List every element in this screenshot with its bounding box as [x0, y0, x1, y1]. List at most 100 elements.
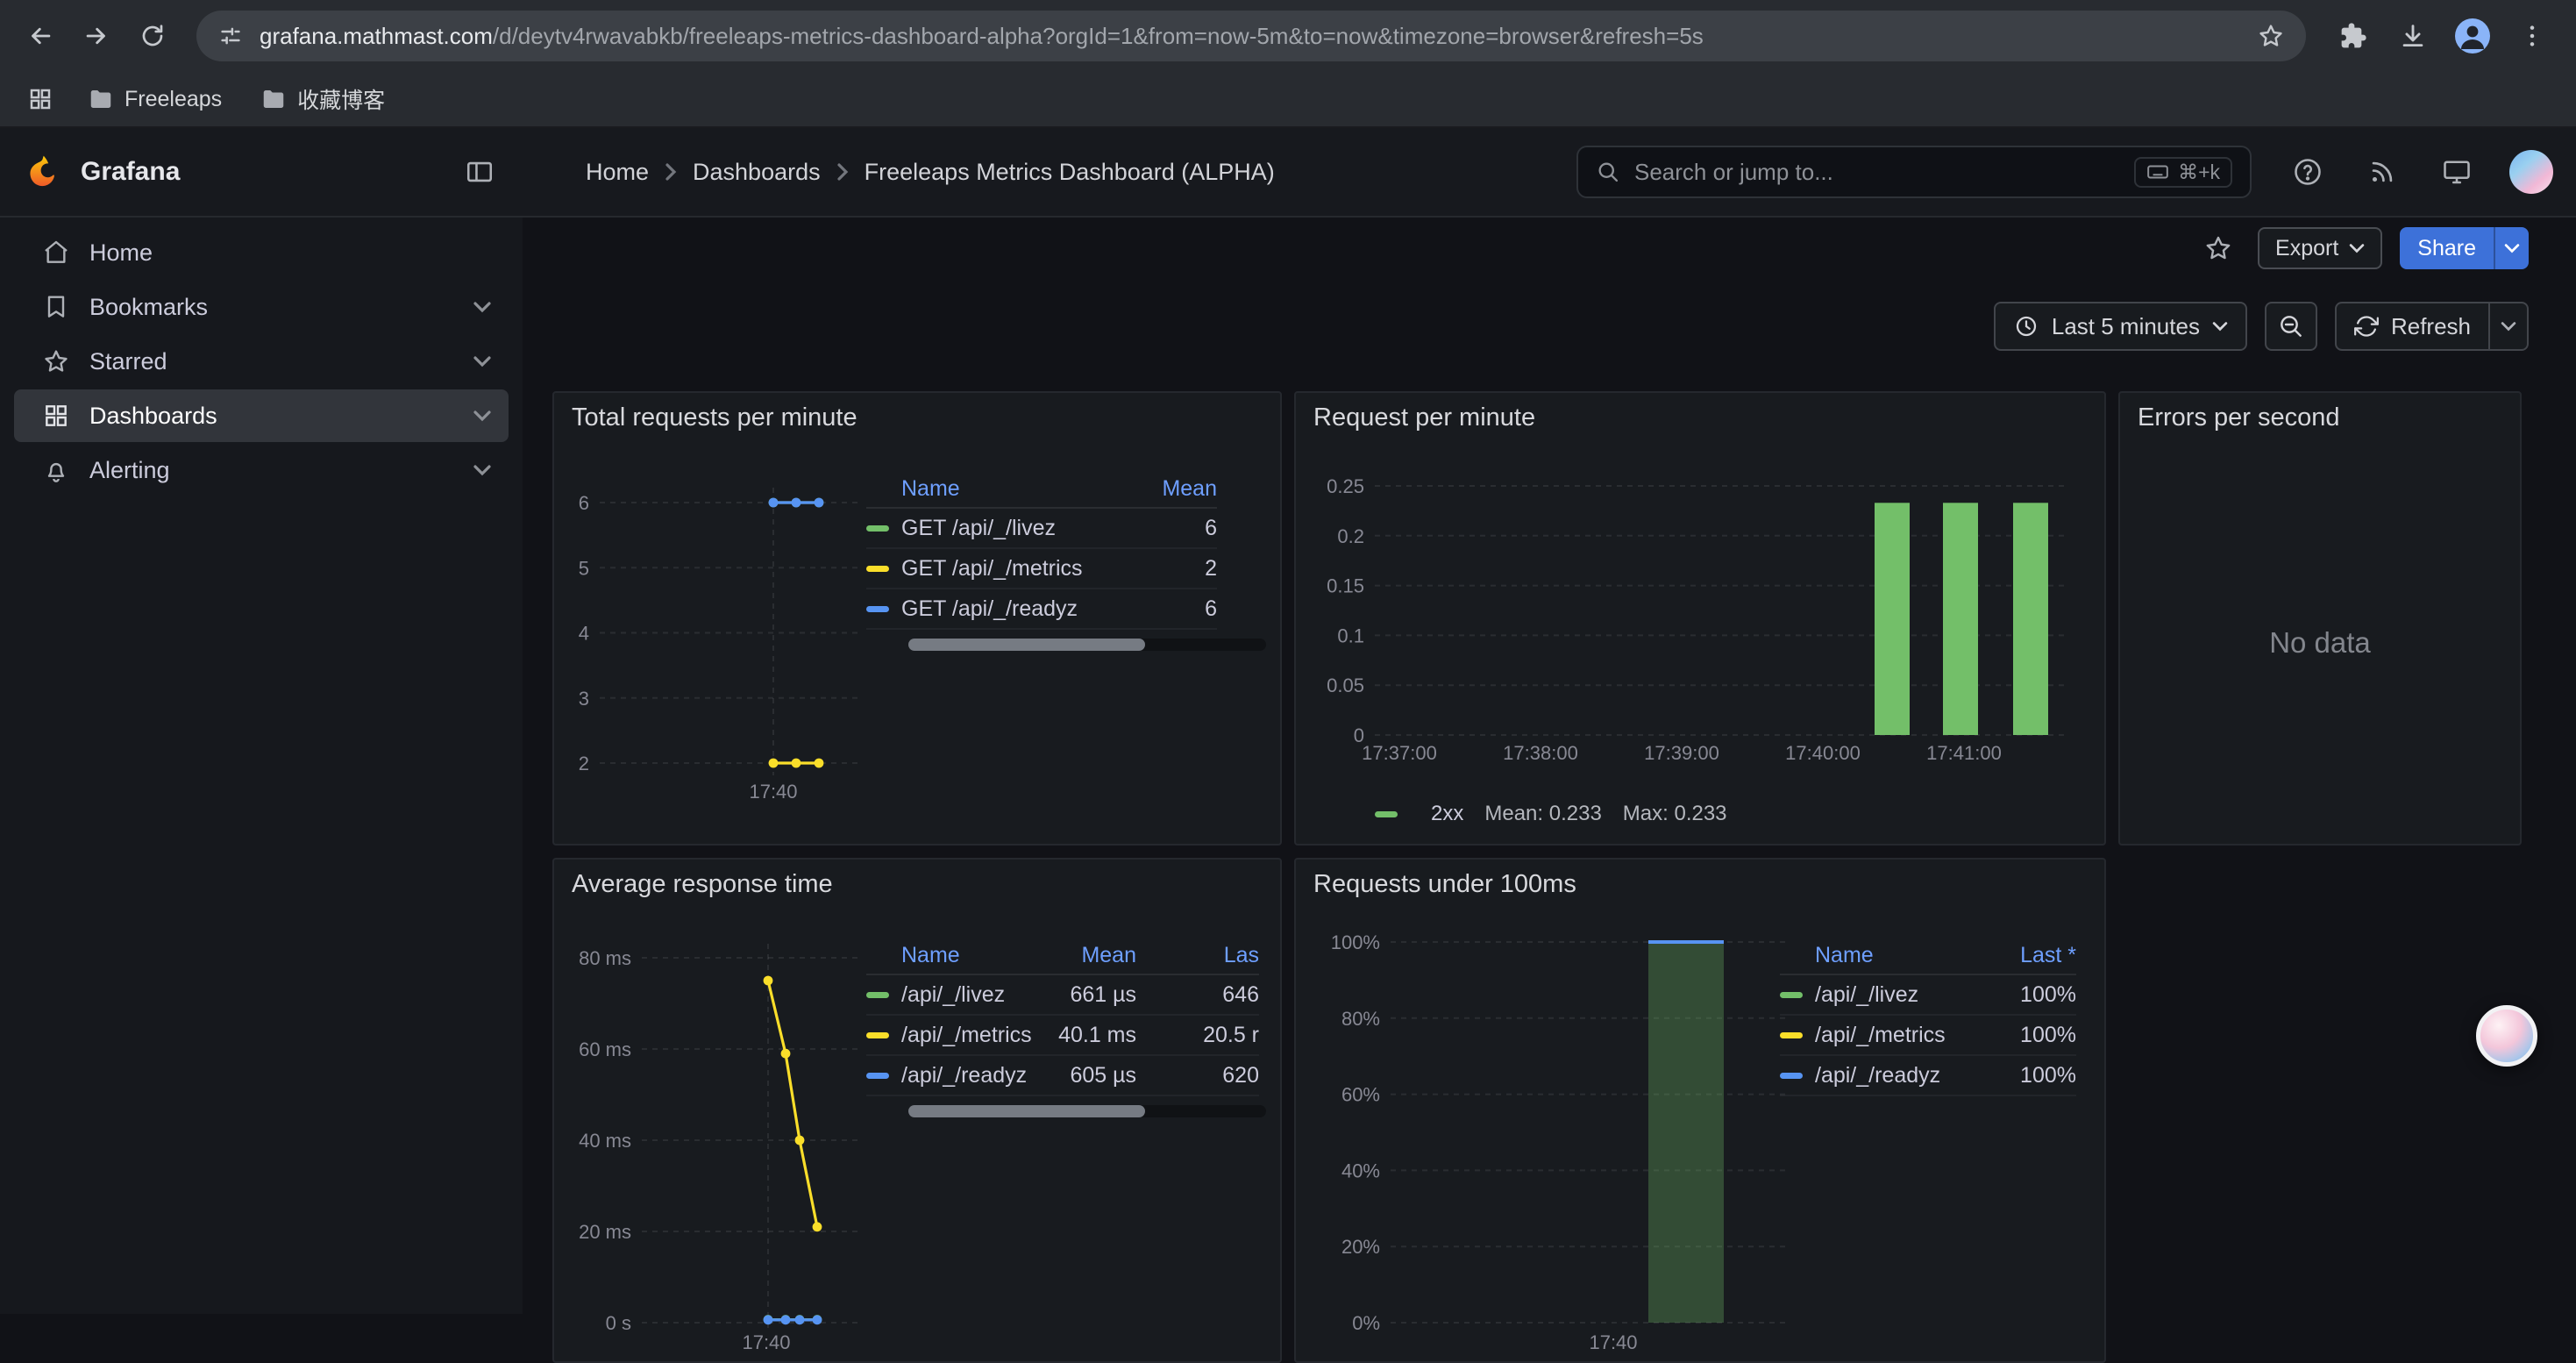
legend-header-name[interactable]: Name [1815, 943, 1971, 968]
chevron-down-icon[interactable] [473, 410, 491, 422]
download-button[interactable] [2387, 10, 2439, 62]
legend-row[interactable]: /api/_/readyz605 µs620 [866, 1056, 1259, 1096]
series-dash [1780, 1073, 1803, 1079]
svg-text:100%: 100% [1331, 931, 1380, 953]
refresh-button[interactable]: Refresh [2335, 302, 2529, 351]
time-range-picker[interactable]: Last 5 minutes [1994, 302, 2247, 351]
chevron-down-icon [2501, 321, 2516, 332]
help-button[interactable] [2285, 149, 2330, 195]
svg-text:0.15: 0.15 [1327, 575, 1364, 597]
refresh-label: Refresh [2391, 313, 2471, 340]
bookmark-item-blogs[interactable]: 收藏博客 [246, 78, 399, 120]
sidebar-item-label: Bookmarks [89, 294, 454, 321]
legend-row[interactable]: /api/_/livez100% [1780, 975, 2076, 1016]
export-button[interactable]: Export [2258, 227, 2382, 269]
scrollbar-thumb[interactable] [908, 1105, 1145, 1117]
legend-header-mean[interactable]: Mean [1035, 943, 1136, 968]
reload-button[interactable] [126, 10, 179, 62]
monitor-button[interactable] [2434, 149, 2480, 195]
svg-text:0.25: 0.25 [1327, 475, 1364, 497]
chevron-down-icon[interactable] [473, 464, 491, 476]
legend-rows: /api/_/livez100%/api/_/metrics100%/api/_… [1780, 975, 2076, 1096]
legend-value-mean: 605 µs [1035, 1063, 1136, 1088]
svg-text:17:40: 17:40 [749, 781, 797, 803]
favorite-dashboard-icon [2203, 233, 2233, 263]
legend-row[interactable]: GET /api/_/livez6 [866, 509, 1217, 549]
legend-series-name: /api/_/metrics [901, 1023, 1035, 1048]
legend-header-name[interactable]: Name [901, 943, 1035, 968]
panel-title[interactable]: Total requests per minute [554, 393, 1280, 442]
sidebar-item-alerting[interactable]: Alerting [14, 444, 509, 496]
panel-title[interactable]: Requests under 100ms [1296, 860, 2104, 909]
legend-value-last: 620 [1136, 1063, 1259, 1088]
total-requests-chart[interactable]: 6543217:40 [554, 442, 866, 837]
breadcrumb-dashboards[interactable]: Dashboards [693, 159, 821, 186]
share-button[interactable]: Share [2400, 227, 2529, 269]
legend-row[interactable]: /api/_/readyz100% [1780, 1056, 2076, 1096]
keyboard-icon [2146, 161, 2169, 183]
legend-scrollbar [908, 1105, 1266, 1117]
average-response-time-chart[interactable]: 80 ms60 ms40 ms20 ms0 s17:40 [554, 909, 866, 1361]
chevron-down-icon[interactable] [473, 355, 491, 368]
series-dash [866, 606, 889, 612]
requests-per-minute-chart[interactable]: 0.250.20.150.10.05017:37:0017:38:0017:39… [1296, 442, 2080, 793]
sidebar-toggle-button[interactable] [458, 150, 502, 194]
legend-inline[interactable]: 2xx Mean: 0.233 Max: 0.233 [1375, 802, 1727, 826]
legend-value-mean: 6 [1119, 516, 1217, 541]
grafana-logo[interactable] [26, 153, 63, 190]
legend-header-mean[interactable]: Mean [1119, 476, 1217, 502]
favorite-dashboard-button[interactable] [2196, 226, 2240, 270]
user-avatar[interactable] [2509, 150, 2553, 194]
legend-row[interactable]: GET /api/_/readyz6 [866, 589, 1217, 630]
legend-row[interactable]: /api/_/metrics100% [1780, 1016, 2076, 1056]
time-range-label: Last 5 minutes [2052, 313, 2200, 340]
svg-text:3: 3 [579, 688, 589, 710]
svg-text:80 ms: 80 ms [579, 947, 631, 969]
legend-header-last[interactable]: Last * [1971, 943, 2076, 968]
legend-series-name: /api/_/metrics [1815, 1023, 1971, 1048]
forward-button[interactable] [70, 10, 123, 62]
legend-mean: Mean: 0.233 [1484, 802, 1601, 826]
browser-window: grafana.mathmast.com/d/deytv4rwavabkb/fr… [0, 0, 2576, 1363]
header-icons [2285, 128, 2553, 216]
folder-icon [260, 86, 287, 112]
chevron-down-icon [2504, 243, 2520, 253]
chevron-down-icon[interactable] [473, 301, 491, 313]
panel-title[interactable]: Average response time [554, 860, 1280, 909]
bookmark-page-icon[interactable] [2257, 22, 2285, 50]
legend-header-name[interactable]: Name [901, 476, 1119, 502]
panel-errors-per-second: Errors per second No data [2118, 391, 2522, 846]
menu-button[interactable] [2506, 10, 2558, 62]
zoom-out-button[interactable] [2265, 302, 2317, 351]
sidebar-item-bookmarks[interactable]: Bookmarks [14, 281, 509, 333]
search-input[interactable]: Search or jump to... ⌘+k [1576, 146, 2252, 198]
site-info-icon[interactable] [217, 23, 244, 49]
scrollbar-thumb[interactable] [908, 639, 1145, 651]
extensions-button[interactable] [2327, 10, 2380, 62]
requests-under-100ms-chart[interactable]: 100%80%60%40%20%0%17:40 [1296, 909, 1822, 1361]
sidebar-item-starred[interactable]: Starred [14, 335, 509, 388]
breadcrumb-home[interactable]: Home [586, 159, 649, 186]
series-dash [1780, 1032, 1803, 1038]
url-path: /d/deytv4rwavabkb/freeleaps-metrics-dash… [493, 23, 1704, 49]
news-rss-button[interactable] [2360, 150, 2404, 194]
legend-row[interactable]: /api/_/metrics40.1 ms20.5 r [866, 1016, 1259, 1056]
panel-title[interactable]: Errors per second [2120, 393, 2520, 442]
share-dropdown-button[interactable] [2494, 227, 2529, 269]
sidebar-item-dashboards[interactable]: Dashboards [14, 389, 509, 442]
apps-grid-button[interactable] [18, 76, 63, 122]
legend-row[interactable]: /api/_/livez661 µs646 [866, 975, 1259, 1016]
legend-header-last[interactable]: Las [1136, 943, 1259, 968]
chevron-right-icon [836, 162, 849, 182]
panel-title[interactable]: Request per minute [1296, 393, 2104, 442]
refresh-interval-dropdown[interactable] [2488, 303, 2527, 349]
legend-row[interactable]: GET /api/_/metrics2 [866, 549, 1217, 589]
profile-button[interactable] [2446, 10, 2499, 62]
bookmark-item-freeleaps[interactable]: Freeleaps [74, 81, 236, 118]
dashboards-grid-icon [42, 402, 70, 430]
url-bar[interactable]: grafana.mathmast.com/d/deytv4rwavabkb/fr… [196, 11, 2306, 61]
svg-text:17:40: 17:40 [1589, 1331, 1637, 1353]
sidebar-item-home[interactable]: Home [14, 226, 509, 279]
assistant-avatar[interactable] [2476, 1005, 2537, 1067]
back-button[interactable] [14, 10, 67, 62]
